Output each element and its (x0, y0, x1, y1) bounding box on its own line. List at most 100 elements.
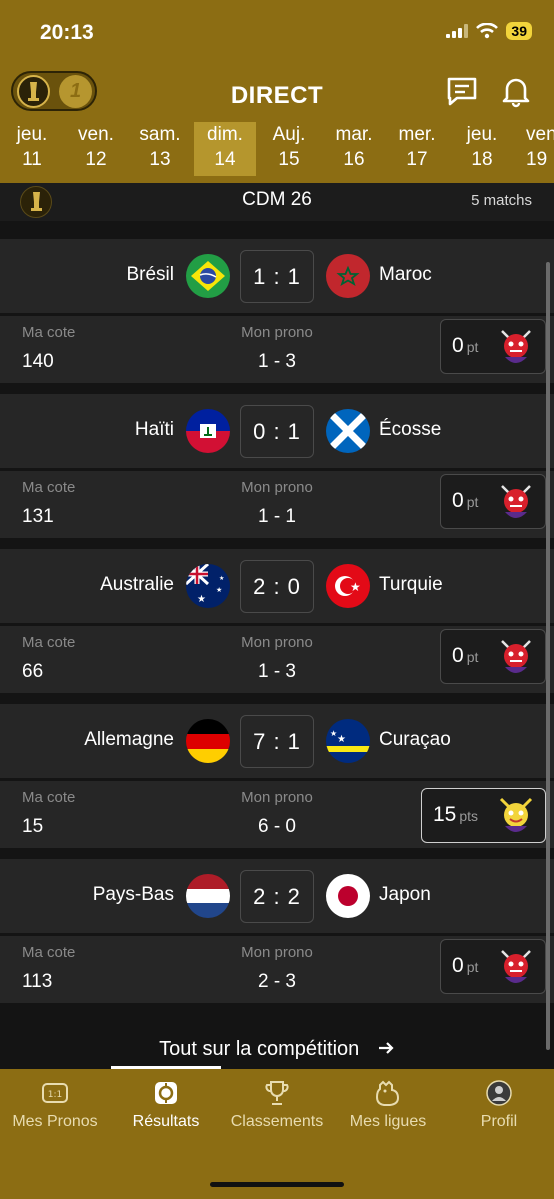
tab-profil[interactable]: Profil (444, 1079, 554, 1131)
competition-link[interactable]: Tout sur la compétition (0, 1038, 554, 1061)
divider (0, 693, 554, 703)
prono-value: 1 - 1 (257, 506, 297, 527)
day-item[interactable]: sam. 13 (129, 122, 191, 176)
prono-label: Mon prono (241, 479, 313, 496)
signal-icon (446, 24, 469, 38)
day-item[interactable]: mer. 17 (386, 122, 448, 176)
haiti-flag-icon (186, 409, 230, 453)
bell-icon[interactable] (499, 74, 533, 108)
prono-label: Mon prono (241, 789, 313, 806)
tab-mes-pronos[interactable]: 1:1 Mes Pronos (0, 1079, 110, 1131)
wifi-icon (476, 23, 499, 39)
rooster-icon (375, 1080, 400, 1106)
match-row[interactable]: Brésil 1 : 1 Maroc (0, 238, 554, 313)
scrollbar[interactable] (546, 262, 550, 1050)
day-item-selected[interactable]: dim. 14 (194, 122, 256, 176)
cote-label: Ma cote (22, 479, 76, 496)
day-item[interactable]: jeu. 11 (1, 122, 63, 176)
prediction-row: Ma cote 15 Mon prono 6 - 0 15 pts (0, 778, 554, 848)
ball-icon (155, 1082, 177, 1104)
avatar-icon (486, 1080, 512, 1106)
winner-mascot-icon (499, 797, 533, 832)
points-value: 0 pt (452, 644, 479, 667)
points-box[interactable]: 0 pt (440, 474, 546, 529)
day-item-today[interactable]: Auj. 15 (258, 122, 320, 176)
tab-classements[interactable]: Classements (222, 1079, 332, 1131)
prediction-row: Ma cote 140 Mon prono 1 - 3 0 pt (0, 313, 554, 383)
scotland-flag-icon (326, 409, 370, 453)
prono-label: Mon prono (241, 324, 313, 341)
cote-value: 113 (22, 971, 53, 992)
prono-value: 1 - 3 (257, 351, 297, 372)
australia-flag-icon: ★ ★ ★ (186, 564, 230, 608)
home-indicator (210, 1182, 344, 1187)
match-row[interactable]: Australie ★ ★ ★ 2 : 0 ★ Turquie (0, 548, 554, 623)
app-header: 20:13 39 1 DIRECT jeu. 11 ven. 12 sam. 1… (0, 0, 554, 183)
divider (0, 221, 554, 238)
prono-value: 1 - 3 (257, 661, 297, 682)
day-item[interactable]: ven. 12 (65, 122, 127, 176)
arrow-right-icon (378, 1042, 394, 1054)
svg-text:★: ★ (219, 575, 224, 582)
points-value: 0 pt (452, 954, 479, 977)
points-box[interactable]: 15 pts (421, 788, 546, 843)
cote-value: 66 (22, 661, 44, 682)
cote-value: 131 (22, 506, 54, 527)
cote-label: Ma cote (22, 324, 76, 341)
away-team: Japon (379, 884, 431, 905)
germany-flag-icon (186, 719, 230, 763)
day-item[interactable]: ven 19 (514, 122, 554, 176)
prediction-row: Ma cote 131 Mon prono 1 - 1 0 pt (0, 468, 554, 538)
cote-value: 15 (22, 816, 44, 837)
svg-text:★: ★ (337, 734, 346, 745)
prono-label: Mon prono (241, 944, 313, 961)
away-team: Écosse (379, 419, 442, 440)
devil-mascot-icon (501, 485, 531, 518)
chat-icon[interactable] (445, 74, 479, 108)
points-value: 15 pts (433, 803, 479, 826)
match-score: 2 : 0 (240, 560, 314, 613)
tab-resultats[interactable]: Résultats (111, 1079, 221, 1131)
match-row[interactable]: Allemagne 7 : 1 ★ ★ Curaçao (0, 703, 554, 778)
svg-text:★: ★ (216, 586, 222, 594)
prediction-row: Ma cote 113 Mon prono 2 - 3 0 pt (0, 933, 554, 1003)
devil-mascot-icon (501, 640, 531, 673)
curacao-flag-icon: ★ ★ (326, 719, 370, 763)
points-value: 0 pt (452, 334, 479, 357)
points-box[interactable]: 0 pt (440, 629, 546, 684)
match-score: 2 : 2 (240, 870, 314, 923)
divider (0, 383, 554, 393)
day-item[interactable]: mar. 16 (323, 122, 385, 176)
turkey-flag-icon: ★ (326, 564, 370, 608)
status-icons: 39 (446, 22, 532, 40)
competition-link-label: Tout sur la compétition (159, 1038, 360, 1060)
svg-text:★: ★ (197, 594, 206, 605)
divider (0, 538, 554, 548)
cote-label: Ma cote (22, 634, 76, 651)
battery-badge: 39 (506, 22, 532, 40)
trophy-icon (265, 1081, 289, 1105)
day-item[interactable]: jeu. 18 (451, 122, 513, 176)
day-selector: jeu. 11 ven. 12 sam. 13 dim. 14 Auj. 15 mar. 1… (0, 122, 554, 178)
points-box[interactable]: 0 pt (440, 939, 546, 994)
match-count: 5 matchs (471, 192, 532, 209)
cote-label: Ma cote (22, 944, 76, 961)
devil-mascot-icon (501, 330, 531, 363)
svg-text:★: ★ (350, 580, 361, 594)
points-value: 0 pt (452, 489, 479, 512)
prono-value: 6 - 0 (257, 816, 297, 837)
divider (0, 848, 554, 858)
match-score: 1 : 1 (240, 250, 314, 303)
match-row[interactable]: Pays-Bas 2 : 2 Japon (0, 858, 554, 933)
home-team: Australie (100, 574, 174, 595)
home-team: Allemagne (84, 729, 174, 750)
scoreboard-icon: 1:1 (42, 1083, 68, 1103)
points-box[interactable]: 0 pt (440, 319, 546, 374)
tab-mes-ligues[interactable]: Mes ligues (333, 1079, 443, 1131)
netherlands-flag-icon (186, 874, 230, 918)
match-row[interactable]: Haïti 0 : 1 Écosse (0, 393, 554, 468)
match-score: 0 : 1 (240, 405, 314, 458)
away-team: Curaçao (379, 729, 451, 750)
prediction-row: Ma cote 66 Mon prono 1 - 3 0 pt (0, 623, 554, 693)
cote-label: Ma cote (22, 789, 76, 806)
